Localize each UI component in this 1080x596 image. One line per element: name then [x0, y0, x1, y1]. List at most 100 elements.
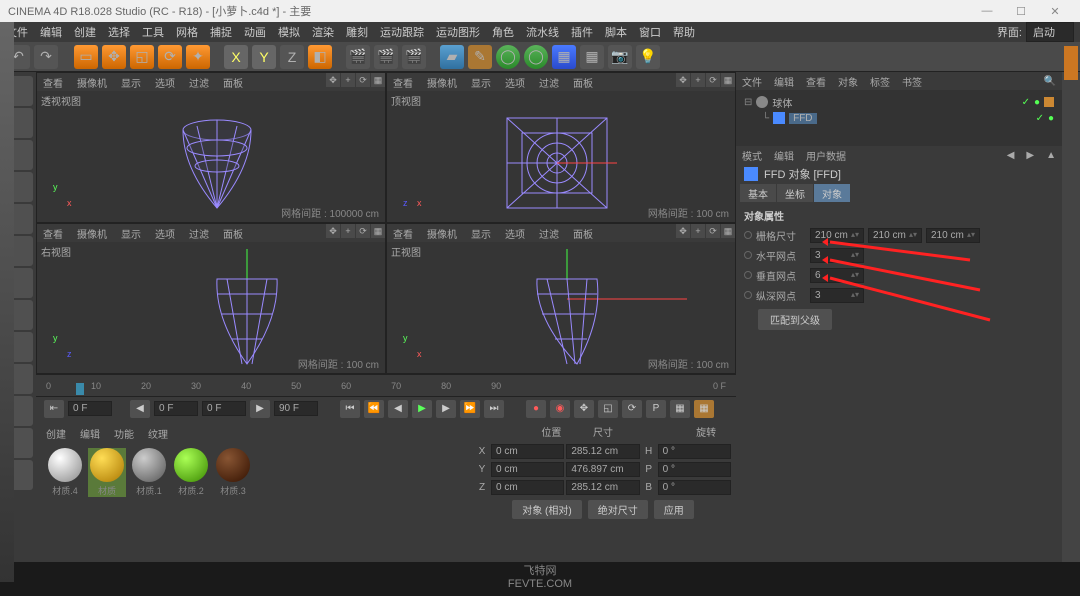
object-tree-item[interactable]: └ FFD ✓●: [744, 110, 1054, 126]
vp-menu-camera[interactable]: 摄像机: [427, 226, 457, 241]
menu-create[interactable]: 创建: [74, 24, 96, 40]
menu-pipeline[interactable]: 流水线: [526, 24, 559, 40]
mat-tab-create[interactable]: 创建: [46, 426, 66, 441]
object-tree[interactable]: ⊟ 球体 ✓● └ FFD ✓●: [736, 90, 1062, 146]
vp-rotate-icon[interactable]: ⟳: [356, 73, 370, 87]
obj-tab-edit[interactable]: 编辑: [774, 74, 794, 89]
autokey-button[interactable]: ◉: [550, 400, 570, 418]
coord-system-button[interactable]: ◧: [308, 45, 332, 69]
menu-motiontrack[interactable]: 运动跟踪: [380, 24, 424, 40]
attr-subtab-coord[interactable]: 坐标: [777, 184, 813, 202]
key-param-button[interactable]: P: [646, 400, 666, 418]
vp-max-icon[interactable]: ▦: [721, 224, 735, 238]
menu-help[interactable]: 帮助: [673, 24, 695, 40]
vp-menu-panel[interactable]: 面板: [223, 75, 243, 90]
vp-max-icon[interactable]: ▦: [371, 224, 385, 238]
frame-cur-field[interactable]: 0 F: [154, 401, 198, 416]
vp-max-icon[interactable]: ▦: [721, 73, 735, 87]
menu-plugins[interactable]: 插件: [571, 24, 593, 40]
vp-nav-icon[interactable]: ✥: [326, 73, 340, 87]
key-pla-button[interactable]: ▦: [670, 400, 690, 418]
obj-tab-bookmarks[interactable]: 书签: [902, 74, 922, 89]
vp-nav-icon[interactable]: ✥: [326, 224, 340, 238]
camera-button[interactable]: 📷: [608, 45, 632, 69]
param-anim-dot[interactable]: [744, 291, 752, 299]
menu-select[interactable]: 选择: [108, 24, 130, 40]
obj-tab-tags[interactable]: 标签: [870, 74, 890, 89]
render-region-button[interactable]: 🎬: [374, 45, 398, 69]
coord-pos-y[interactable]: 0 cm: [491, 462, 564, 477]
vp-menu-view[interactable]: 查看: [43, 75, 63, 90]
attr-dpoints-field[interactable]: 3▴▾: [810, 288, 864, 303]
frame-cur2-field[interactable]: 0 F: [202, 401, 246, 416]
coord-rot-b[interactable]: 0 °: [658, 480, 731, 495]
attr-tab-mode[interactable]: 模式: [742, 148, 762, 163]
vp-menu-display[interactable]: 显示: [121, 75, 141, 90]
redo-button[interactable]: ↷: [34, 45, 58, 69]
key-pos-button[interactable]: ✥: [574, 400, 594, 418]
coord-size-x[interactable]: 285.12 cm: [566, 444, 639, 459]
mat-tab-edit[interactable]: 编辑: [80, 426, 100, 441]
goto-end-button[interactable]: ⏭: [484, 400, 504, 418]
menu-tools[interactable]: 工具: [142, 24, 164, 40]
material-item[interactable]: 材质.3: [214, 448, 252, 497]
material-item[interactable]: 材质.4: [46, 448, 84, 497]
axis-x-button[interactable]: X: [224, 45, 248, 69]
attr-tab-userdata[interactable]: 用户数据: [806, 148, 846, 163]
key-options-button[interactable]: ▦: [694, 400, 714, 418]
vp-menu-options[interactable]: 选项: [505, 226, 525, 241]
attr-gridsize-y[interactable]: 210 cm▴▾: [868, 228, 922, 243]
object-name[interactable]: 球体: [772, 95, 792, 110]
environment-button[interactable]: ▦: [580, 45, 604, 69]
menu-character[interactable]: 角色: [492, 24, 514, 40]
menu-sculpt[interactable]: 雕刻: [346, 24, 368, 40]
vp-menu-display[interactable]: 显示: [121, 226, 141, 241]
prev-frame-button[interactable]: ◀: [388, 400, 408, 418]
deformer-button[interactable]: ▦: [552, 45, 576, 69]
prev-range-button[interactable]: ◀: [130, 400, 150, 418]
coord-pos-z[interactable]: 0 cm: [491, 480, 564, 495]
minimize-button[interactable]: —: [970, 0, 1004, 22]
rotate-tool[interactable]: ⟳: [158, 45, 182, 69]
frame-end-field[interactable]: 90 F: [274, 401, 318, 416]
play-button[interactable]: ▶: [412, 400, 432, 418]
viewport-front[interactable]: 查看 摄像机 显示 选项 过滤 面板 ✥+⟳▦ 正视图: [386, 223, 736, 374]
material-item[interactable]: 材质.1: [130, 448, 168, 497]
vp-nav-icon[interactable]: ✥: [676, 224, 690, 238]
layout-dropdown[interactable]: 启动: [1026, 22, 1074, 42]
select-tool[interactable]: ▭: [74, 45, 98, 69]
next-frame-button[interactable]: ▶: [436, 400, 456, 418]
attr-gridsize-x[interactable]: 210 cm▴▾: [810, 228, 864, 243]
coord-size-y[interactable]: 476.897 cm: [566, 462, 639, 477]
generator-button[interactable]: ◯: [524, 45, 548, 69]
primitive-cube-button[interactable]: ▰: [440, 45, 464, 69]
menu-mograph[interactable]: 运动图形: [436, 24, 480, 40]
vp-menu-filter[interactable]: 过滤: [539, 226, 559, 241]
param-anim-dot[interactable]: [744, 231, 752, 239]
coord-rot-h[interactable]: 0 °: [658, 444, 731, 459]
viewport-top[interactable]: 查看 摄像机 显示 选项 过滤 面板 ✥+⟳▦ 顶视图: [386, 72, 736, 223]
vp-menu-filter[interactable]: 过滤: [189, 75, 209, 90]
coord-mode-dropdown[interactable]: 对象 (相对): [512, 500, 581, 519]
tag-icon[interactable]: [1044, 97, 1054, 107]
move-tool[interactable]: ✥: [102, 45, 126, 69]
vp-zoom-icon[interactable]: +: [341, 73, 355, 87]
vp-menu-view[interactable]: 查看: [43, 226, 63, 241]
vp-rotate-icon[interactable]: ⟳: [706, 224, 720, 238]
goto-prevkey-button[interactable]: ⏪: [364, 400, 384, 418]
vp-menu-camera[interactable]: 摄像机: [427, 75, 457, 90]
vp-menu-view[interactable]: 查看: [393, 75, 413, 90]
menu-edit[interactable]: 编辑: [40, 24, 62, 40]
material-item[interactable]: 材质: [88, 448, 126, 497]
coord-size-mode-dropdown[interactable]: 绝对尺寸: [588, 500, 648, 519]
key-rot-button[interactable]: ⟳: [622, 400, 642, 418]
vp-menu-filter[interactable]: 过滤: [539, 75, 559, 90]
light-button[interactable]: 💡: [636, 45, 660, 69]
goto-nextkey-button[interactable]: ⏩: [460, 400, 480, 418]
obj-tab-file[interactable]: 文件: [742, 74, 762, 89]
vp-menu-panel[interactable]: 面板: [573, 226, 593, 241]
recent-tool[interactable]: ✦: [186, 45, 210, 69]
viewport-perspective[interactable]: 查看 摄像机 显示 选项 过滤 面板 ✥+⟳▦ 透视视图: [36, 72, 386, 223]
coord-apply-button[interactable]: 应用: [654, 500, 694, 519]
vp-zoom-icon[interactable]: +: [341, 224, 355, 238]
